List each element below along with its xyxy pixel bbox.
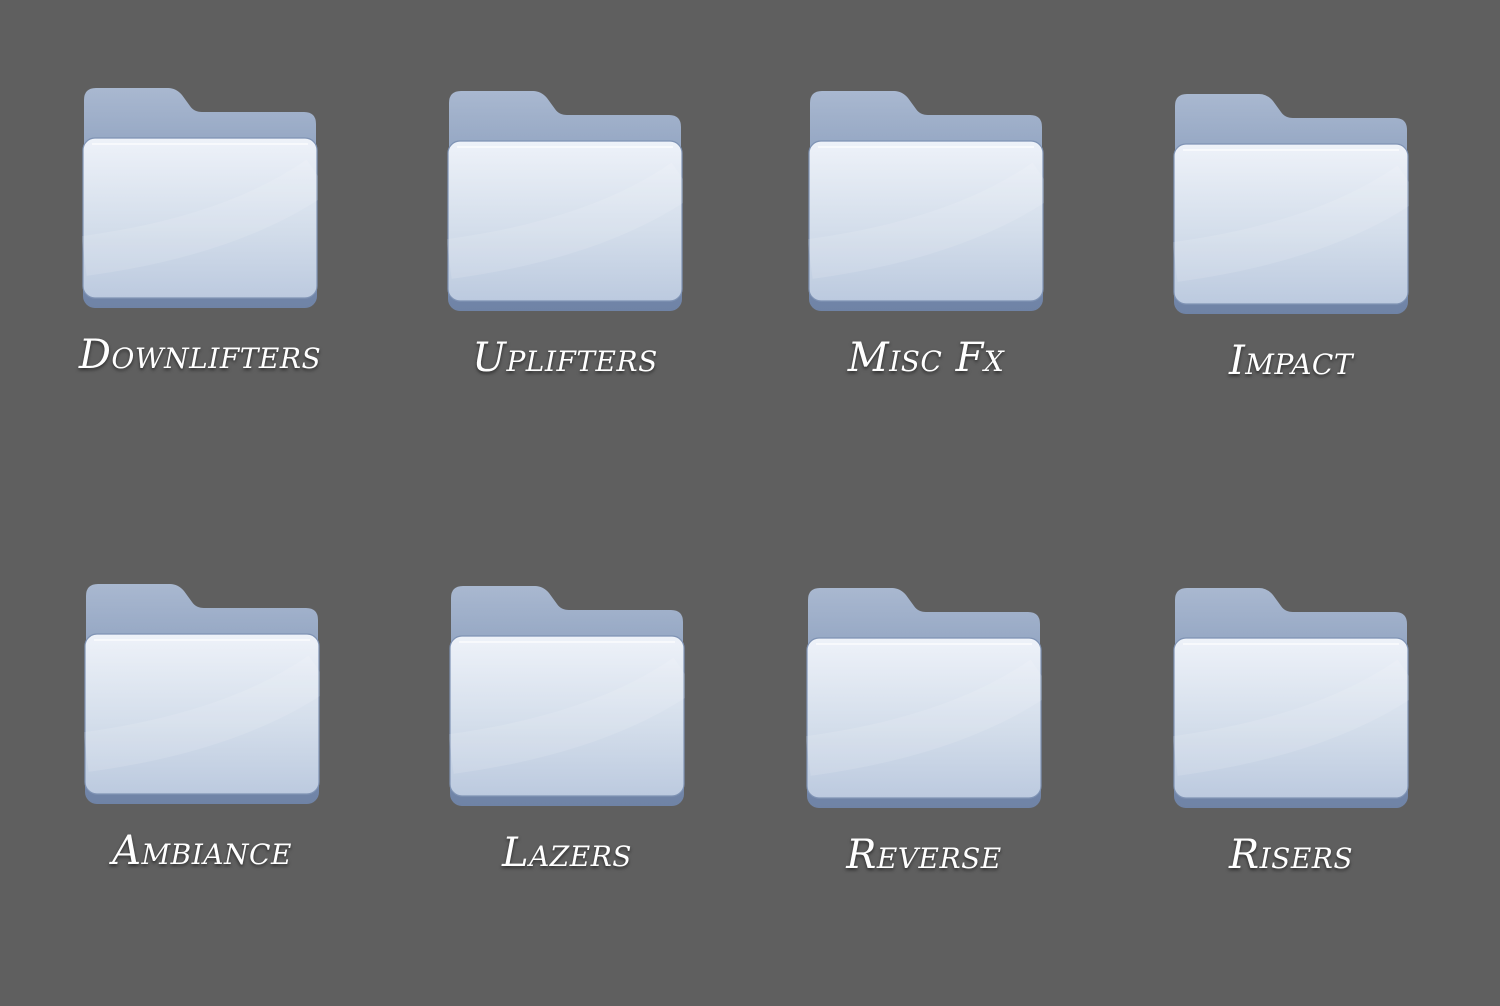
folder-lazers[interactable]: Lazers — [417, 584, 717, 924]
folder-label: Lazers — [502, 830, 632, 876]
folder-label: Misc Fx — [847, 335, 1005, 381]
folder-label: Impact — [1228, 338, 1354, 384]
folder-ambiance[interactable]: Ambiance — [52, 582, 352, 922]
folder-label: Uplifters — [472, 335, 658, 381]
folder-icon[interactable] — [82, 86, 318, 308]
folder-label: Reverse — [846, 832, 1002, 878]
folder-uplifters[interactable]: Uplifters — [415, 89, 715, 429]
folder-label: Downlifters — [78, 332, 322, 378]
folder-label: Risers — [1228, 832, 1354, 878]
folder-icon[interactable] — [449, 584, 685, 806]
folder-impact[interactable]: Impact — [1141, 92, 1441, 432]
folder-misc-fx[interactable]: Misc Fx — [776, 89, 1076, 429]
folder-icon[interactable] — [808, 89, 1044, 311]
folder-risers[interactable]: Risers — [1141, 586, 1441, 926]
folder-icon[interactable] — [806, 586, 1042, 808]
folder-reverse[interactable]: Reverse — [774, 586, 1074, 926]
folder-icon[interactable] — [1173, 92, 1409, 314]
folder-icon[interactable] — [84, 582, 320, 804]
folder-icon[interactable] — [1173, 586, 1409, 808]
folder-downlifters[interactable]: Downlifters — [50, 86, 350, 426]
folder-icon[interactable] — [447, 89, 683, 311]
folder-label: Ambiance — [112, 828, 292, 874]
